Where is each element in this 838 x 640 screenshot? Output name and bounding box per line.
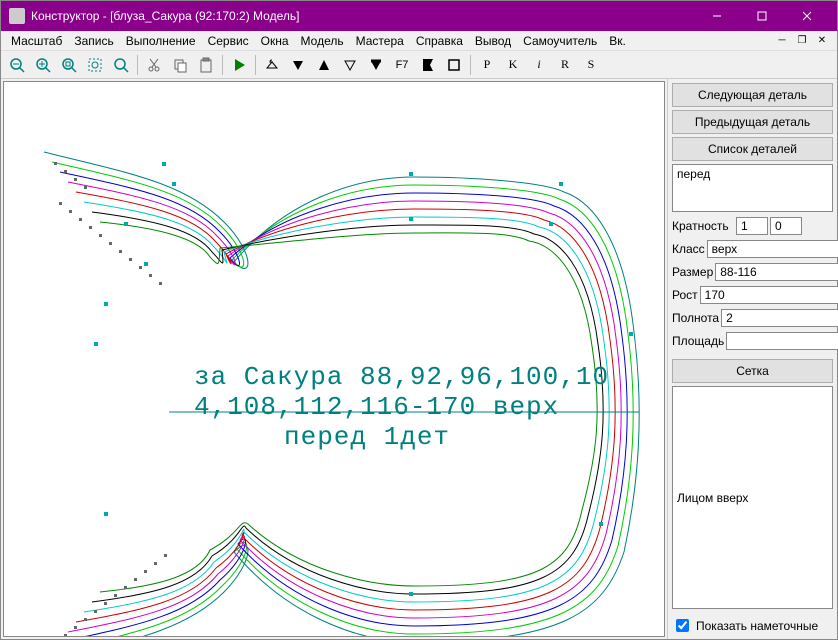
flag-icon[interactable] <box>364 53 388 77</box>
paste-icon[interactable] <box>194 53 218 77</box>
run-icon[interactable] <box>227 53 251 77</box>
menu-vk[interactable]: Вк. <box>603 32 632 50</box>
zoom-reset-icon[interactable] <box>109 53 133 77</box>
tri-up-icon[interactable] <box>312 53 336 77</box>
tri-down-icon[interactable] <box>286 53 310 77</box>
razmer-input[interactable] <box>715 263 838 281</box>
maximize-button[interactable] <box>739 1 784 31</box>
tri-down2-icon[interactable] <box>338 53 362 77</box>
menu-zapis[interactable]: Запись <box>68 32 119 50</box>
grid-button[interactable]: Сетка <box>672 359 833 383</box>
show-basting-label: Показать наметочные <box>696 619 818 633</box>
klass-label: Класс <box>672 242 705 256</box>
show-basting-checkbox[interactable] <box>676 619 689 632</box>
ploshad-input[interactable] <box>726 332 838 350</box>
face-direction-input[interactable] <box>672 386 833 609</box>
detail-name-field[interactable] <box>672 164 833 212</box>
pattern-svg <box>4 82 664 637</box>
mdi-restore-button[interactable]: ❐ <box>793 33 811 49</box>
window-title: Конструктор - [блуза_Сакура (92:170:2) М… <box>31 9 299 23</box>
klass-input[interactable] <box>707 240 838 258</box>
canvas-text-line3: пеpед 1дет <box>284 422 450 452</box>
box-icon[interactable] <box>442 53 466 77</box>
menu-okna[interactable]: Окна <box>255 32 295 50</box>
flag2-icon[interactable] <box>416 53 440 77</box>
side-panel: Следующая деталь Предыдущая деталь Списо… <box>667 79 837 639</box>
next-detail-button[interactable]: Следующая деталь <box>672 83 833 107</box>
menu-vypolnenie[interactable]: Выполнение <box>120 32 202 50</box>
toolbar-separator <box>222 55 223 75</box>
kratnost-label: Кратность <box>672 219 734 233</box>
menu-masshtab[interactable]: Масштаб <box>5 32 68 50</box>
f7-button[interactable]: F7 <box>390 53 414 77</box>
mdi-minimize-button[interactable]: ─ <box>773 33 791 49</box>
kratnost-input-2[interactable] <box>770 217 802 235</box>
s-button[interactable]: S <box>579 53 603 77</box>
toolbar-separator <box>470 55 471 75</box>
i-button[interactable]: i <box>527 53 551 77</box>
detail-list-button[interactable]: Список деталей <box>672 137 833 161</box>
prev-detail-button[interactable]: Предыдущая деталь <box>672 110 833 134</box>
cut-icon[interactable] <box>142 53 166 77</box>
p-button[interactable]: P <box>475 53 499 77</box>
app-icon <box>9 8 25 24</box>
zoom-in-icon[interactable] <box>31 53 55 77</box>
rost-label: Рост <box>672 288 698 302</box>
menubar: Масштаб Запись Выполнение Сервис Окна Мо… <box>1 31 837 51</box>
r-button[interactable]: R <box>553 53 577 77</box>
toolbar-separator <box>255 55 256 75</box>
ploshad-label: Площадь <box>672 334 724 348</box>
mdi-close-button[interactable]: ✕ <box>813 33 831 49</box>
polnota-label: Полнота <box>672 311 719 325</box>
menu-mastera[interactable]: Мастера <box>350 32 410 50</box>
menu-vyvod[interactable]: Вывод <box>469 32 517 50</box>
hanger-icon[interactable] <box>260 53 284 77</box>
minimize-button[interactable] <box>694 1 739 31</box>
canvas-text-line1: за Сакура 88,92,96,100,10 <box>194 362 609 392</box>
rost-input[interactable] <box>700 286 838 304</box>
zoom-fit-icon[interactable] <box>83 53 107 77</box>
menu-servis[interactable]: Сервис <box>202 32 255 50</box>
copy-icon[interactable] <box>168 53 192 77</box>
toolbar: F7 P K i R S <box>1 51 837 79</box>
zoom-out-icon[interactable] <box>5 53 29 77</box>
polnota-input[interactable] <box>721 309 838 327</box>
menu-model[interactable]: Модель <box>295 32 350 50</box>
pattern-canvas[interactable]: за Сакура 88,92,96,100,10 4,108,112,116-… <box>3 81 665 637</box>
toolbar-separator <box>137 55 138 75</box>
menu-samouchitel[interactable]: Самоучитель <box>517 32 603 50</box>
zoom-window-icon[interactable] <box>57 53 81 77</box>
titlebar: Конструктор - [блуза_Сакура (92:170:2) М… <box>1 1 837 31</box>
razmer-label: Размер <box>672 265 713 279</box>
k-button[interactable]: K <box>501 53 525 77</box>
menu-spravka[interactable]: Справка <box>410 32 469 50</box>
close-button[interactable] <box>784 1 829 31</box>
kratnost-input-1[interactable] <box>736 217 768 235</box>
canvas-text-line2: 4,108,112,116-170 верх <box>194 392 559 422</box>
